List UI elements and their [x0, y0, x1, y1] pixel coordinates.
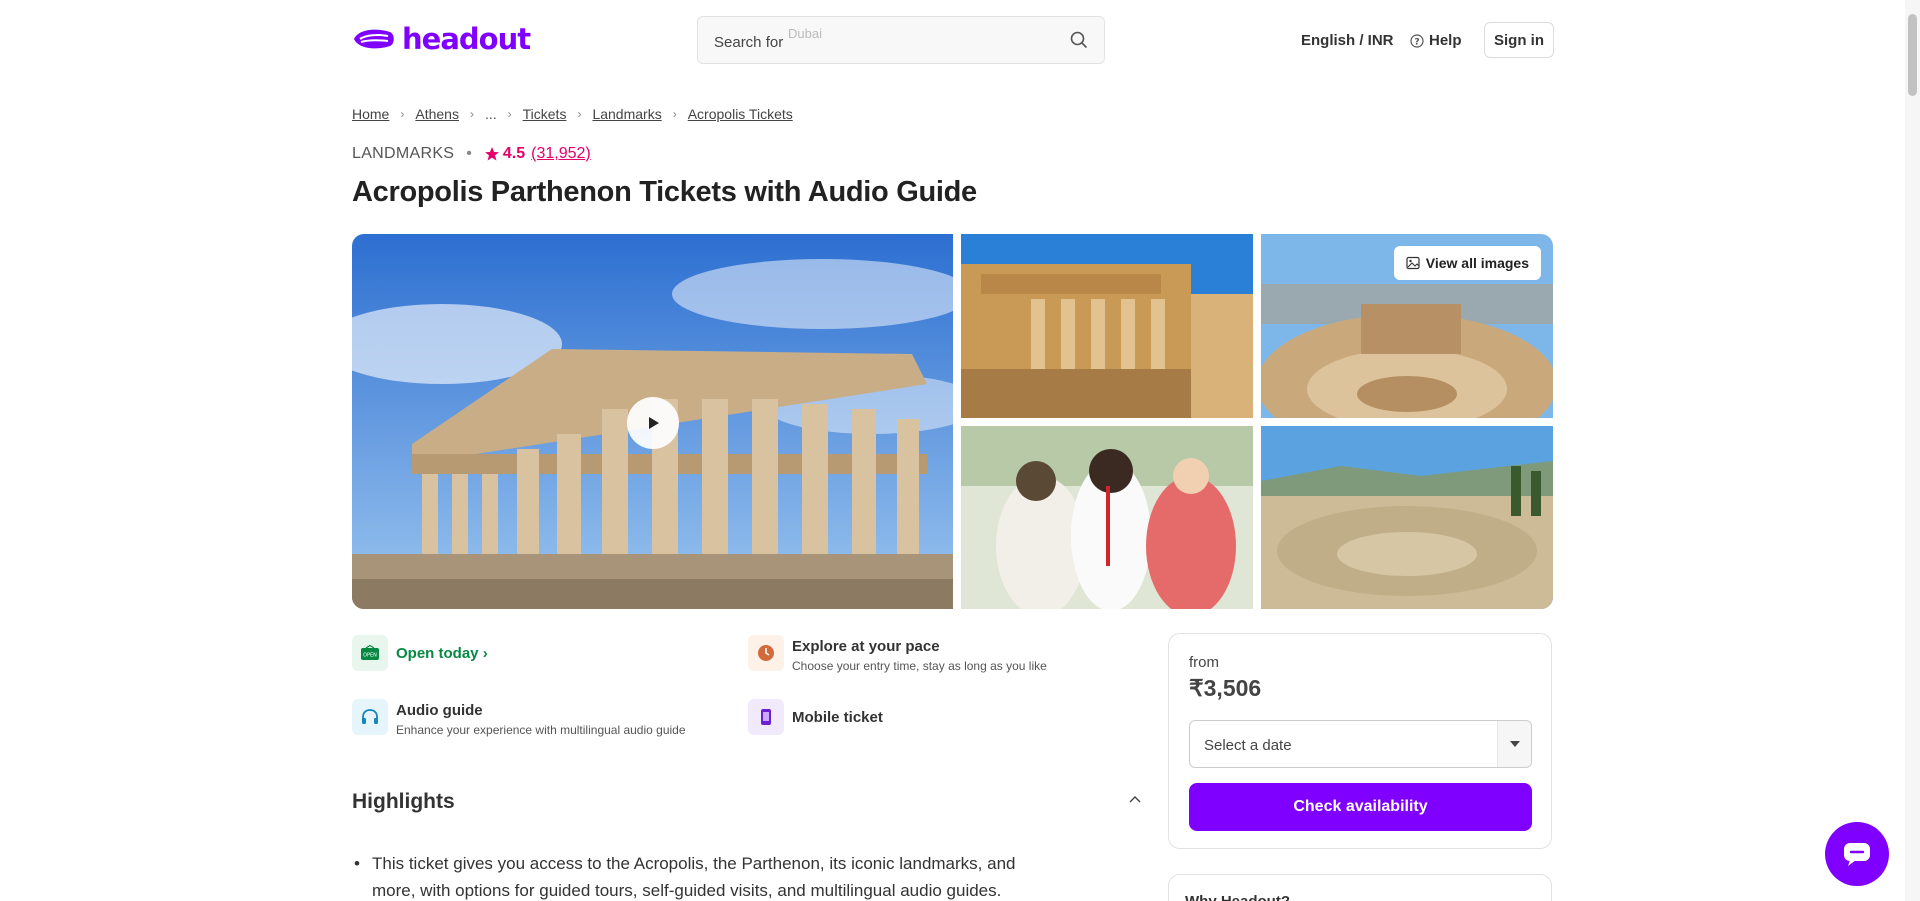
chevron-right-icon: ›: [482, 645, 488, 662]
dropdown-toggle[interactable]: [1497, 721, 1531, 767]
breadcrumb-home[interactable]: Home: [352, 106, 389, 122]
explore-subtitle: Choose your entry time, stay as long as …: [792, 659, 1047, 673]
view-all-images-label: View all images: [1425, 255, 1529, 271]
breadcrumb: Home › Athens › ... › Tickets › Landmark…: [352, 106, 793, 122]
rating-count[interactable]: (31,952): [531, 145, 591, 163]
help-icon: ?: [1410, 33, 1424, 48]
image-icon: [1406, 256, 1420, 270]
rating[interactable]: 4.5 (31,952): [484, 145, 591, 163]
chevron-right-icon: ›: [469, 107, 474, 121]
why-headout-title: Why Headout?: [1185, 893, 1290, 901]
chat-icon: [1844, 843, 1870, 866]
help-link[interactable]: ? Help: [1410, 32, 1462, 49]
open-today-link[interactable]: Open today ›: [396, 645, 488, 671]
search-icon[interactable]: [1070, 31, 1088, 49]
logo-text: headout: [402, 22, 531, 56]
date-select-placeholder: Select a date: [1204, 737, 1292, 754]
logo[interactable]: headout: [352, 22, 531, 56]
bullet: •: [354, 854, 360, 873]
open-sign-icon: OPEN: [352, 635, 388, 671]
help-label: Help: [1429, 32, 1462, 49]
view-all-images-button[interactable]: View all images: [1393, 246, 1541, 280]
mobile-ticket-title: Mobile ticket: [792, 709, 883, 726]
star-icon: [484, 147, 499, 161]
date-select[interactable]: Select a date: [1189, 720, 1532, 768]
open-today-label: Open today: [396, 645, 479, 662]
open-badge-text: OPEN: [363, 653, 377, 659]
feature-mobile-ticket: Mobile ticket: [748, 699, 883, 735]
why-headout-card: Why Headout?: [1168, 874, 1552, 901]
chevron-right-icon: ›: [507, 107, 512, 121]
chevron-up-icon[interactable]: [1128, 794, 1142, 804]
svg-text:?: ?: [1414, 37, 1419, 47]
feature-open-today[interactable]: OPEN Open today ›: [352, 635, 488, 671]
price-from-label: from: [1189, 654, 1219, 671]
search-label: Search for: [714, 34, 784, 51]
header: headout Search for Dubai English / INR ?…: [0, 0, 1920, 80]
audio-guide-title: Audio guide: [396, 702, 483, 719]
breadcrumb-ellipsis[interactable]: ...: [485, 106, 497, 122]
price-value: ₹3,506: [1189, 675, 1262, 701]
play-icon: [649, 417, 659, 429]
gallery-image-theatre[interactable]: [1261, 426, 1553, 609]
highlight-text: This ticket gives you access to the Acro…: [372, 854, 1016, 900]
play-video-button[interactable]: [627, 397, 679, 449]
audio-guide-subtitle: Enhance your experience with multilingua…: [396, 723, 686, 737]
highlights-list: • This ticket gives you access to the Ac…: [352, 850, 1032, 901]
product-meta: LANDMARKS • 4.5 (31,952): [352, 145, 591, 163]
headout-logo-icon: [354, 29, 394, 49]
page-scrollbar[interactable]: [1905, 0, 1920, 901]
page-title: Acropolis Parthenon Tickets with Audio G…: [352, 176, 977, 208]
separator-dot: •: [466, 145, 472, 162]
feature-audio-guide: Audio guide Enhance your experience with…: [352, 699, 686, 737]
chevron-right-icon: ›: [577, 107, 582, 121]
visitors-image: [961, 426, 1253, 609]
breadcrumb-athens[interactable]: Athens: [415, 106, 459, 122]
headphones-icon: [352, 699, 388, 735]
booking-card: from ₹3,506 Select a date Check availabi…: [1168, 633, 1552, 849]
chevron-right-icon: ›: [400, 107, 405, 121]
check-availability-button[interactable]: Check availability: [1189, 783, 1532, 831]
theatre-of-dionysus-image: [1261, 426, 1553, 609]
main-image-parthenon[interactable]: [352, 234, 953, 609]
gallery-image-visitors[interactable]: [961, 426, 1253, 609]
chat-button[interactable]: [1825, 822, 1889, 886]
gallery-image-odeon[interactable]: View all images: [1261, 234, 1553, 418]
breadcrumb-acropolis-tickets[interactable]: Acropolis Tickets: [688, 106, 793, 122]
search-rotating-text: Dubai: [788, 26, 822, 41]
breadcrumb-tickets[interactable]: Tickets: [523, 106, 567, 122]
image-gallery: View all images: [352, 234, 1553, 609]
breadcrumb-landmarks[interactable]: Landmarks: [592, 106, 661, 122]
language-currency-selector[interactable]: English / INR: [1301, 32, 1394, 49]
gallery-image-erechtheion[interactable]: [961, 234, 1253, 418]
explore-title: Explore at your pace: [792, 638, 940, 655]
erechtheion-image: [961, 234, 1253, 418]
sign-in-button[interactable]: Sign in: [1484, 22, 1554, 58]
rating-value: 4.5: [502, 145, 526, 162]
mobile-ticket-icon: [748, 699, 784, 735]
feature-explore-pace: Explore at your pace Choose your entry t…: [748, 635, 1047, 673]
clock-icon: [748, 635, 784, 671]
chevron-right-icon: ›: [672, 107, 677, 121]
scrollbar-thumb[interactable]: [1908, 14, 1917, 96]
highlights-heading[interactable]: Highlights: [352, 790, 455, 814]
caret-down-icon: [1509, 741, 1520, 747]
category-label[interactable]: LANDMARKS: [352, 145, 454, 163]
list-item: • This ticket gives you access to the Ac…: [352, 850, 1032, 901]
search-input[interactable]: Search for Dubai: [697, 16, 1105, 64]
